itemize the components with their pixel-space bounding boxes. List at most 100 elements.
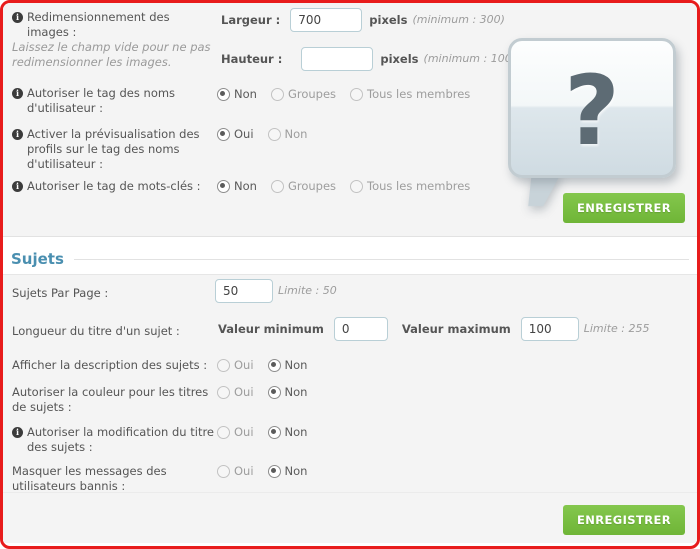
radio-profile-preview-oui[interactable]: Oui (217, 127, 254, 141)
radio-allow-title-edit-non[interactable]: Non (267, 425, 307, 439)
speech-bubble-body: ? (508, 38, 676, 178)
section-divider (73, 258, 689, 260)
radio-label: Non (284, 385, 308, 399)
radio-label: Oui (234, 425, 254, 439)
radio-allow-color-non[interactable]: Non (267, 385, 308, 399)
resize-images-label-text: Redimensionnement des images : (27, 10, 170, 39)
radio-label: Tous les membres (367, 87, 471, 101)
height-unit: pixels (380, 52, 419, 66)
username-tag-label-block: i Autoriser le tag des noms d'utilisateu… (12, 86, 212, 116)
title-length-min-label: Valeur minimum (218, 322, 324, 336)
radio-label: Tous les membres (367, 179, 471, 193)
radio-username-tag-non[interactable]: Non (217, 87, 257, 101)
height-input[interactable] (301, 47, 374, 71)
save-button-sujets[interactable]: ENREGISTRER (562, 505, 685, 535)
radio-label: Oui (234, 464, 254, 478)
width-input[interactable] (290, 8, 363, 32)
save-button-images[interactable]: ENREGISTRER (562, 193, 685, 223)
width-hint: (minimum : 300) (412, 13, 505, 26)
title-length-min-input[interactable] (333, 317, 388, 341)
show-description-label-text: Afficher la description des sujets : (12, 358, 208, 372)
radio-label: Groupes (287, 87, 337, 101)
radio-label: Oui (234, 358, 254, 372)
allow-color-radio-group[interactable]: Oui Non (217, 385, 307, 399)
per-page-field-row: Limite : 50 (215, 279, 337, 303)
title-length-field-row: Valeur minimum Valeur maximum Limite : 2… (218, 317, 649, 341)
username-tag-radio-group[interactable]: Non Groupes Tous les membres (217, 87, 470, 101)
radio-dot[interactable] (350, 87, 364, 101)
question-mark-glyph: ? (564, 55, 620, 167)
sujets-settings-section: Sujets Sujets Par Page : Limite : 50 Lon… (3, 237, 697, 543)
width-label: Largeur : (221, 13, 281, 27)
radio-hide-banned-oui[interactable]: Oui (217, 464, 254, 478)
width-unit: pixels (369, 13, 408, 27)
height-label: Hauteur : (221, 52, 283, 66)
radio-dot[interactable] (217, 127, 230, 141)
info-icon: i (12, 12, 23, 23)
show-description-radio-group[interactable]: Oui Non (217, 358, 307, 372)
info-icon: i (12, 181, 23, 192)
show-description-label-block: Afficher la description des sujets : (12, 358, 217, 373)
radio-dot[interactable] (217, 385, 230, 399)
username-tag-label: i Autoriser le tag des noms d'utilisateu… (12, 86, 212, 116)
title-length-hint: Limite : 255 (583, 322, 650, 335)
radio-dot[interactable] (270, 87, 284, 101)
radio-dot[interactable] (267, 385, 281, 399)
radio-dot[interactable] (217, 464, 230, 478)
per-page-hint: Limite : 50 (278, 284, 337, 297)
info-icon: i (12, 129, 23, 140)
allow-color-label-block: Autoriser la couleur pour les titres de … (12, 385, 217, 415)
radio-show-description-oui[interactable]: Oui (217, 358, 254, 372)
radio-keyword-tag-groupes[interactable]: Groupes (270, 179, 336, 193)
radio-dot[interactable] (270, 179, 284, 193)
keyword-tag-radio-group[interactable]: Non Groupes Tous les membres (217, 179, 470, 193)
keyword-tag-label-text: Autoriser le tag de mots-clés : (27, 179, 201, 193)
radio-label: Non (234, 179, 257, 193)
radio-label: Oui (234, 385, 254, 399)
radio-dot[interactable] (267, 358, 281, 372)
radio-dot[interactable] (217, 358, 230, 372)
radio-allow-title-edit-oui[interactable]: Oui (217, 425, 254, 439)
radio-hide-banned-non[interactable]: Non (267, 464, 307, 478)
title-length-label: Longueur du titre d'un sujet : (12, 324, 180, 339)
username-tag-label-text: Autoriser le tag des noms d'utilisateur … (27, 86, 176, 115)
hide-banned-label-text: Masquer les messages des utilisateurs ba… (12, 464, 167, 493)
radio-dot[interactable] (267, 425, 281, 439)
keyword-tag-label: i Autoriser le tag de mots-clés : (12, 179, 217, 194)
radio-allow-color-oui[interactable]: Oui (217, 385, 254, 399)
sujets-settings-body: Sujets Par Page : Limite : 50 Longueur d… (3, 274, 697, 543)
radio-dot[interactable] (217, 87, 230, 101)
radio-dot[interactable] (217, 179, 230, 193)
radio-dot[interactable] (267, 127, 281, 141)
radio-username-tag-tous[interactable]: Tous les membres (350, 87, 470, 101)
allow-title-edit-label: i Autoriser la modification du titre des… (12, 425, 217, 455)
width-field-row: Largeur : pixels (minimum : 300) (221, 8, 505, 32)
radio-dot[interactable] (267, 464, 281, 478)
title-length-max-input[interactable] (520, 317, 579, 341)
sujets-section-header: Sujets (11, 245, 689, 273)
info-icon: i (12, 427, 23, 438)
radio-show-description-non[interactable]: Non (267, 358, 307, 372)
radio-keyword-tag-non[interactable]: Non (217, 179, 257, 193)
images-settings-section: i Redimensionnement des images : Laissez… (3, 3, 697, 237)
allow-title-edit-radio-group[interactable]: Oui Non (217, 425, 307, 439)
profile-preview-label-block: i Activer la prévisualisation des profil… (12, 127, 214, 172)
hide-banned-radio-group[interactable]: Oui Non (217, 464, 307, 478)
radio-dot[interactable] (350, 179, 364, 193)
keyword-tag-label-block: i Autoriser le tag de mots-clés : (12, 179, 217, 194)
profile-preview-label-text: Activer la prévisualisation des profils … (27, 127, 200, 171)
radio-dot[interactable] (217, 425, 230, 439)
radio-keyword-tag-tous[interactable]: Tous les membres (350, 179, 470, 193)
profile-preview-label: i Activer la prévisualisation des profil… (12, 127, 214, 172)
sujets-footer-bar: ENREGISTRER (3, 492, 697, 543)
question-speech-bubble-icon: ? (500, 36, 685, 216)
resize-images-label-block: i Redimensionnement des images : Laissez… (12, 10, 212, 70)
profile-preview-radio-group[interactable]: Oui Non (217, 127, 307, 141)
allow-color-label-text: Autoriser la couleur pour les titres de … (12, 385, 209, 414)
hide-banned-label-block: Masquer les messages des utilisateurs ba… (12, 464, 217, 494)
per-page-input[interactable] (215, 279, 273, 303)
radio-username-tag-groupes[interactable]: Groupes (270, 87, 337, 101)
radio-profile-preview-non[interactable]: Non (267, 127, 307, 141)
settings-page: i Redimensionnement des images : Laissez… (0, 0, 700, 549)
per-page-label: Sujets Par Page : (12, 286, 108, 301)
